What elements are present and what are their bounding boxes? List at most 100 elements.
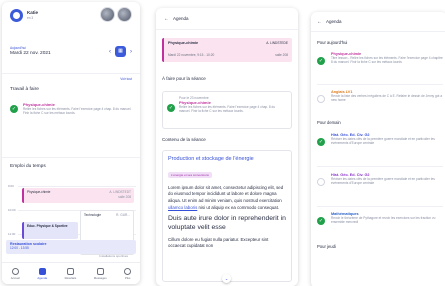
checkbox-icon[interactable]: [317, 178, 325, 186]
event-name: Technologie: [84, 213, 102, 217]
restauration-card[interactable]: Restauration scolaire 12:00 - 13:55: [6, 240, 136, 254]
more-icon: [124, 267, 132, 275]
session-teacher: A. LINDSTEDE: [266, 41, 288, 45]
paragraph-text: Lorem ipsum dolor sit amet, consectetur …: [168, 184, 284, 204]
section-tomorrow: Pour demain: [317, 120, 341, 125]
agenda-screen: ← Agenda Pour aujourd'hui ✓ Physique-chi…: [311, 12, 445, 286]
checkbox-icon[interactable]: [317, 95, 325, 103]
agenda-item[interactable]: ✓ Physique-chimie Titre lesson - Relire …: [317, 52, 443, 65]
back-arrow-icon[interactable]: ←: [164, 16, 169, 22]
see-all-link[interactable]: Voir tout: [120, 77, 132, 81]
current-date: Mardi 22 nov. 2021: [10, 51, 51, 56]
item-text: Revoir le théorème de Pythagore et revoi…: [331, 216, 436, 225]
agenda-item[interactable]: Anglais LV1 Revoir la liste des verbes i…: [317, 90, 443, 103]
tab-label: Résultats: [64, 275, 77, 280]
avatar[interactable]: [117, 7, 132, 22]
todo-task[interactable]: ✓ Physique-chimie Relire les fiches sur …: [10, 102, 132, 115]
check-icon[interactable]: ✓: [317, 217, 325, 225]
tab-plus[interactable]: Plus: [124, 267, 132, 280]
chevron-left-icon[interactable]: ‹: [109, 49, 111, 55]
session-card: Physique-chimie A. LINDSTEDE Mardi 22 no…: [162, 38, 292, 62]
avatar[interactable]: [100, 7, 115, 22]
agenda-icon: [38, 267, 46, 275]
item-text: Réviser les dates clés de la première gu…: [331, 137, 435, 146]
school-logo-icon: [10, 9, 23, 22]
divider: [317, 206, 443, 207]
message-icon: [96, 267, 104, 275]
todo-section: Travail à faire Voir tout ✓ Physique-chi…: [10, 77, 132, 115]
session-date: Mardi 22 novembre, 9:15 - 10:20: [168, 53, 215, 57]
hour-label: 10:00: [8, 208, 16, 212]
paragraph-text: nisi ut aliquip ex ea commodo consequat.: [197, 204, 280, 210]
content-quote: Duis aute irure dolor in reprehenderit i…: [168, 214, 286, 232]
tab-label: Plus: [124, 275, 131, 280]
session-header: ← Agenda: [156, 8, 298, 30]
restauration-hours: 12:00 - 13:55: [10, 246, 29, 250]
event-teacher: R. GUR...: [116, 213, 130, 217]
divider: [317, 166, 443, 167]
tab-agenda[interactable]: Agenda: [37, 267, 48, 280]
tab-label: Agenda: [37, 275, 48, 280]
back-arrow-icon[interactable]: ←: [317, 19, 322, 25]
section-today: Pour aujourd'hui: [317, 40, 348, 45]
student-class: en 3: [27, 16, 34, 20]
tab-messages[interactable]: Messages: [93, 267, 107, 280]
tab-label: Accueil: [10, 275, 20, 280]
avatars: [100, 7, 132, 22]
content-title: Contenu de la séance: [162, 137, 206, 142]
event-eps[interactable]: Educ. Physique & Sportive: [22, 222, 78, 239]
event-room: salle 208: [118, 195, 131, 199]
schedule-title: Emploi du temps: [10, 164, 46, 169]
check-icon[interactable]: ✓: [167, 104, 175, 112]
event-name: Physique-chimie: [27, 190, 51, 194]
session-room: salle 208: [275, 53, 288, 57]
divider: [317, 84, 443, 85]
home-icon: [11, 267, 19, 275]
check-icon[interactable]: ✓: [317, 138, 325, 146]
chevron-right-icon[interactable]: ›: [130, 49, 132, 55]
tab-label: Messages: [93, 275, 107, 280]
content-paragraph: Cillum dolore eu fugiat nulla pariatur. …: [168, 236, 269, 249]
schedule-section: Emploi du temps 9:00 10:00 11:00 Physiqu…: [2, 157, 140, 255]
hour-label: 11:00: [8, 232, 16, 236]
todo-title: À faire pour la séance: [162, 76, 206, 81]
tab-resultats[interactable]: Résultats: [64, 267, 77, 280]
home-screen: Katie en 3 Aujourd'hui Mardi 22 nov. 202…: [2, 2, 140, 284]
content-tag: L'énergie et ses conversions: [168, 171, 212, 178]
hour-line: [18, 186, 136, 187]
session-task[interactable]: ✓ Pour le 23 novembre Physique-chimie Re…: [162, 91, 292, 129]
tab-bar: Accueil Agenda Résultats Messages Plus: [2, 262, 140, 284]
content-heading: Production et stockage de l'énergie: [168, 156, 254, 162]
home-header: Katie en 3 Aujourd'hui Mardi 22 nov. 202…: [2, 2, 140, 74]
agenda-header: ← Agenda: [311, 12, 445, 32]
session-content: Production et stockage de l'énergie L'én…: [162, 150, 292, 282]
content-paragraph: Lorem ipsum dolor sit amet, consectetur …: [168, 185, 286, 212]
event-teacher: A. LINDSTEDT: [109, 190, 131, 194]
event-name: Educ. Physique & Sportive: [27, 224, 68, 228]
scroll-down-icon[interactable]: ⌄: [222, 274, 231, 283]
chart-icon: [66, 267, 74, 275]
calendar-icon[interactable]: ▦: [115, 46, 126, 57]
item-text: Réviser les dates clés de la première gu…: [331, 177, 435, 186]
date-nav: ‹ ▦ ›: [109, 46, 132, 57]
header-title: Agenda: [173, 16, 189, 21]
agenda-item[interactable]: ✓ Hist. Géo. Ed. Civ. G2 Réviser les dat…: [317, 133, 443, 146]
agenda-item[interactable]: Hist. Géo. Ed. Civ. G2 Réviser les dates…: [317, 173, 443, 186]
header-title: Agenda: [326, 19, 342, 24]
event-physique[interactable]: Physique-chimie A. LINDSTEDT salle 208: [22, 188, 134, 203]
tab-accueil[interactable]: Accueil: [10, 267, 20, 280]
date-label: Aujourd'hui: [10, 46, 26, 50]
item-text: Titre lesson - Relire les fiches sur les…: [331, 56, 443, 65]
content-link[interactable]: ullamco laboris: [168, 205, 197, 210]
check-icon[interactable]: ✓: [317, 57, 325, 65]
section-thursday: Pour jeudi: [317, 244, 336, 249]
task-text: Relire les fiches sur les éléments. Fair…: [23, 107, 132, 116]
student-name: Katie: [27, 10, 39, 15]
todo-title: Travail à faire: [10, 87, 39, 92]
item-text: Revoir la liste des verbes irréguliers d…: [331, 94, 443, 103]
check-icon[interactable]: ✓: [10, 105, 18, 113]
task-text: Relire les fiches sur les éléments. Fair…: [179, 105, 276, 114]
session-screen: ← Agenda Physique-chimie A. LINDSTEDE Ma…: [156, 8, 298, 286]
event-note: Installations sportives: [99, 254, 128, 258]
agenda-item[interactable]: ✓ Mathématiques Revoir le théorème de Py…: [317, 212, 443, 225]
